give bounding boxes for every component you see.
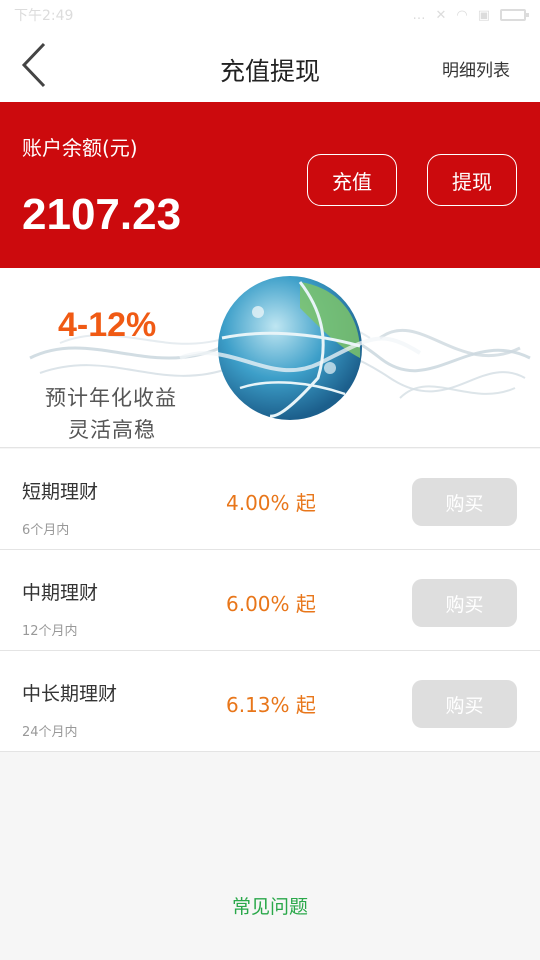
product-rate: 6.13% 起 xyxy=(226,693,316,717)
withdraw-button[interactable]: 提现 xyxy=(427,154,517,206)
signal-dots-icon: … xyxy=(412,7,426,23)
product-rate: 6.00% 起 xyxy=(226,592,316,616)
nav-bar: 充值提现 明细列表 xyxy=(0,30,540,102)
banner-expected-yield: 预计年化收益 xyxy=(45,386,177,410)
status-bar: 下午2:49 … ✕ ◠ ▣ xyxy=(0,0,540,30)
product-term: 12个月内 xyxy=(22,624,78,639)
balance-label: 账户余额(元) xyxy=(22,136,138,160)
buy-button[interactable]: 购买 xyxy=(412,579,517,627)
buy-button[interactable]: 购买 xyxy=(412,478,517,526)
recharge-button[interactable]: 充值 xyxy=(307,154,397,206)
balance-card: 账户余额(元) 2107.23 充值 提现 xyxy=(0,102,540,268)
buy-button[interactable]: 购买 xyxy=(412,680,517,728)
product-list: 短期理财 6个月内 4.00% 起 购买 中期理财 12个月内 6.00% 起 … xyxy=(0,449,540,752)
product-term: 6个月内 xyxy=(22,523,70,538)
detail-list-link[interactable]: 明细列表 xyxy=(442,56,510,81)
list-item[interactable]: 中长期理财 24个月内 6.13% 起 购买 xyxy=(0,651,540,752)
faq-link[interactable]: 常见问题 xyxy=(0,892,540,919)
status-time: 下午2:49 xyxy=(14,8,74,24)
promo-banner[interactable]: 4-12% 预计年化收益 灵活高稳 xyxy=(0,268,540,448)
product-rate: 4.00% 起 xyxy=(226,491,316,515)
status-icons: … ✕ ◠ ▣ xyxy=(412,7,529,23)
product-name: 中长期理财 xyxy=(22,683,118,705)
product-name: 中期理财 xyxy=(22,582,99,604)
list-item[interactable]: 短期理财 6个月内 4.00% 起 购买 xyxy=(0,449,540,550)
banner-flexible-stable: 灵活高稳 xyxy=(68,418,156,442)
list-item[interactable]: 中期理财 12个月内 6.00% 起 购买 xyxy=(0,550,540,651)
banner-rate-range: 4-12% xyxy=(58,306,157,344)
balance-amount: 2107.23 xyxy=(22,190,182,239)
mute-icon: ✕ xyxy=(435,7,447,23)
product-name: 短期理财 xyxy=(22,481,99,503)
battery-icon xyxy=(500,9,529,21)
product-term: 24个月内 xyxy=(22,725,78,740)
sim-icon: ▣ xyxy=(477,7,490,23)
wifi-icon: ◠ xyxy=(456,7,468,23)
